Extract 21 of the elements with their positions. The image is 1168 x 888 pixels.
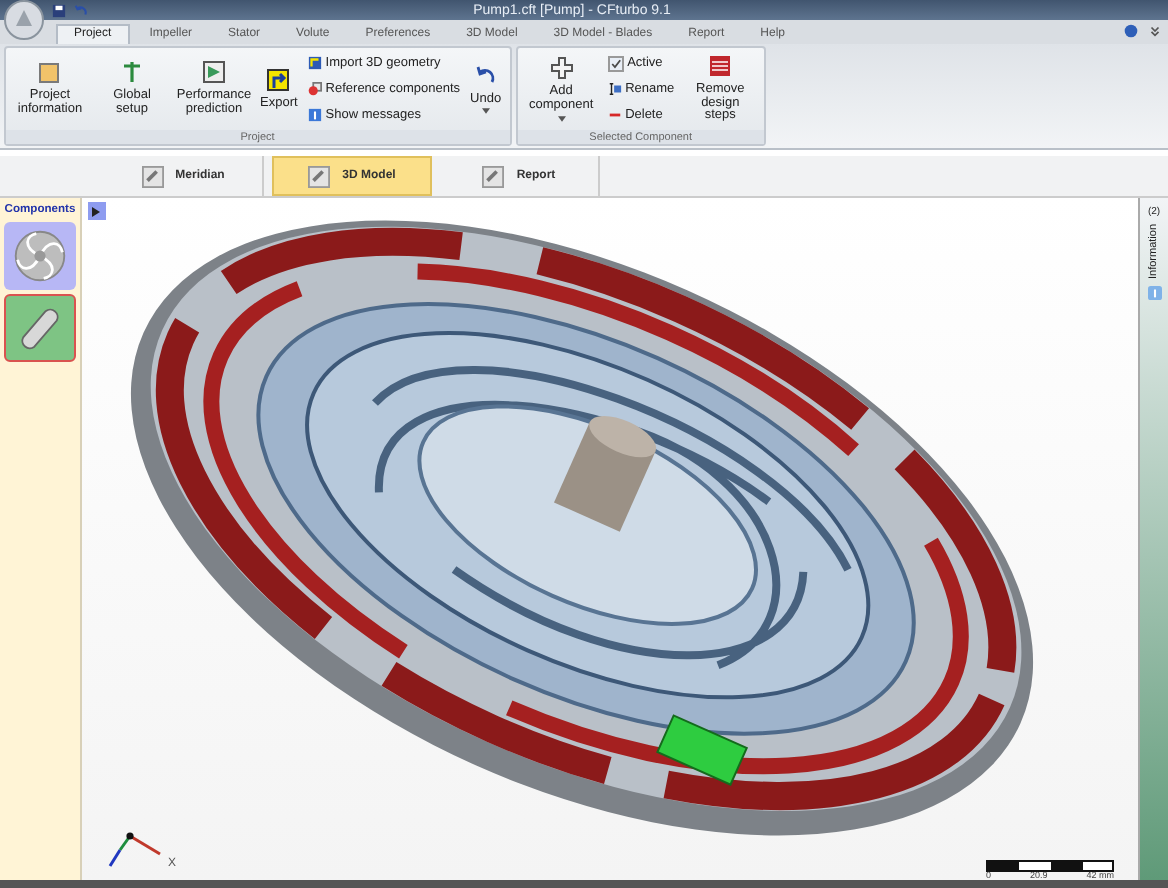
components-icon [307, 82, 322, 96]
caret-icon [481, 108, 490, 115]
info-icon [1147, 285, 1161, 300]
collapse-icon[interactable] [1148, 24, 1162, 38]
check-icon [609, 57, 622, 70]
plus-icon [549, 56, 574, 81]
info-icon [307, 108, 322, 122]
expand-button[interactable] [88, 202, 106, 220]
export-icon [266, 67, 291, 92]
component-item[interactable] [4, 294, 76, 362]
caret-icon [557, 115, 566, 122]
import-icon [307, 56, 322, 70]
component-item[interactable] [4, 222, 76, 290]
save-icon[interactable] [52, 3, 66, 17]
rename-icon [607, 82, 622, 97]
undo-icon [473, 63, 498, 88]
scale-bar [986, 859, 1114, 871]
impeller-icon [12, 228, 68, 284]
axis-triad-icon [106, 828, 166, 868]
app-menu-icon[interactable] [4, 0, 44, 40]
layers-icon [708, 53, 733, 78]
